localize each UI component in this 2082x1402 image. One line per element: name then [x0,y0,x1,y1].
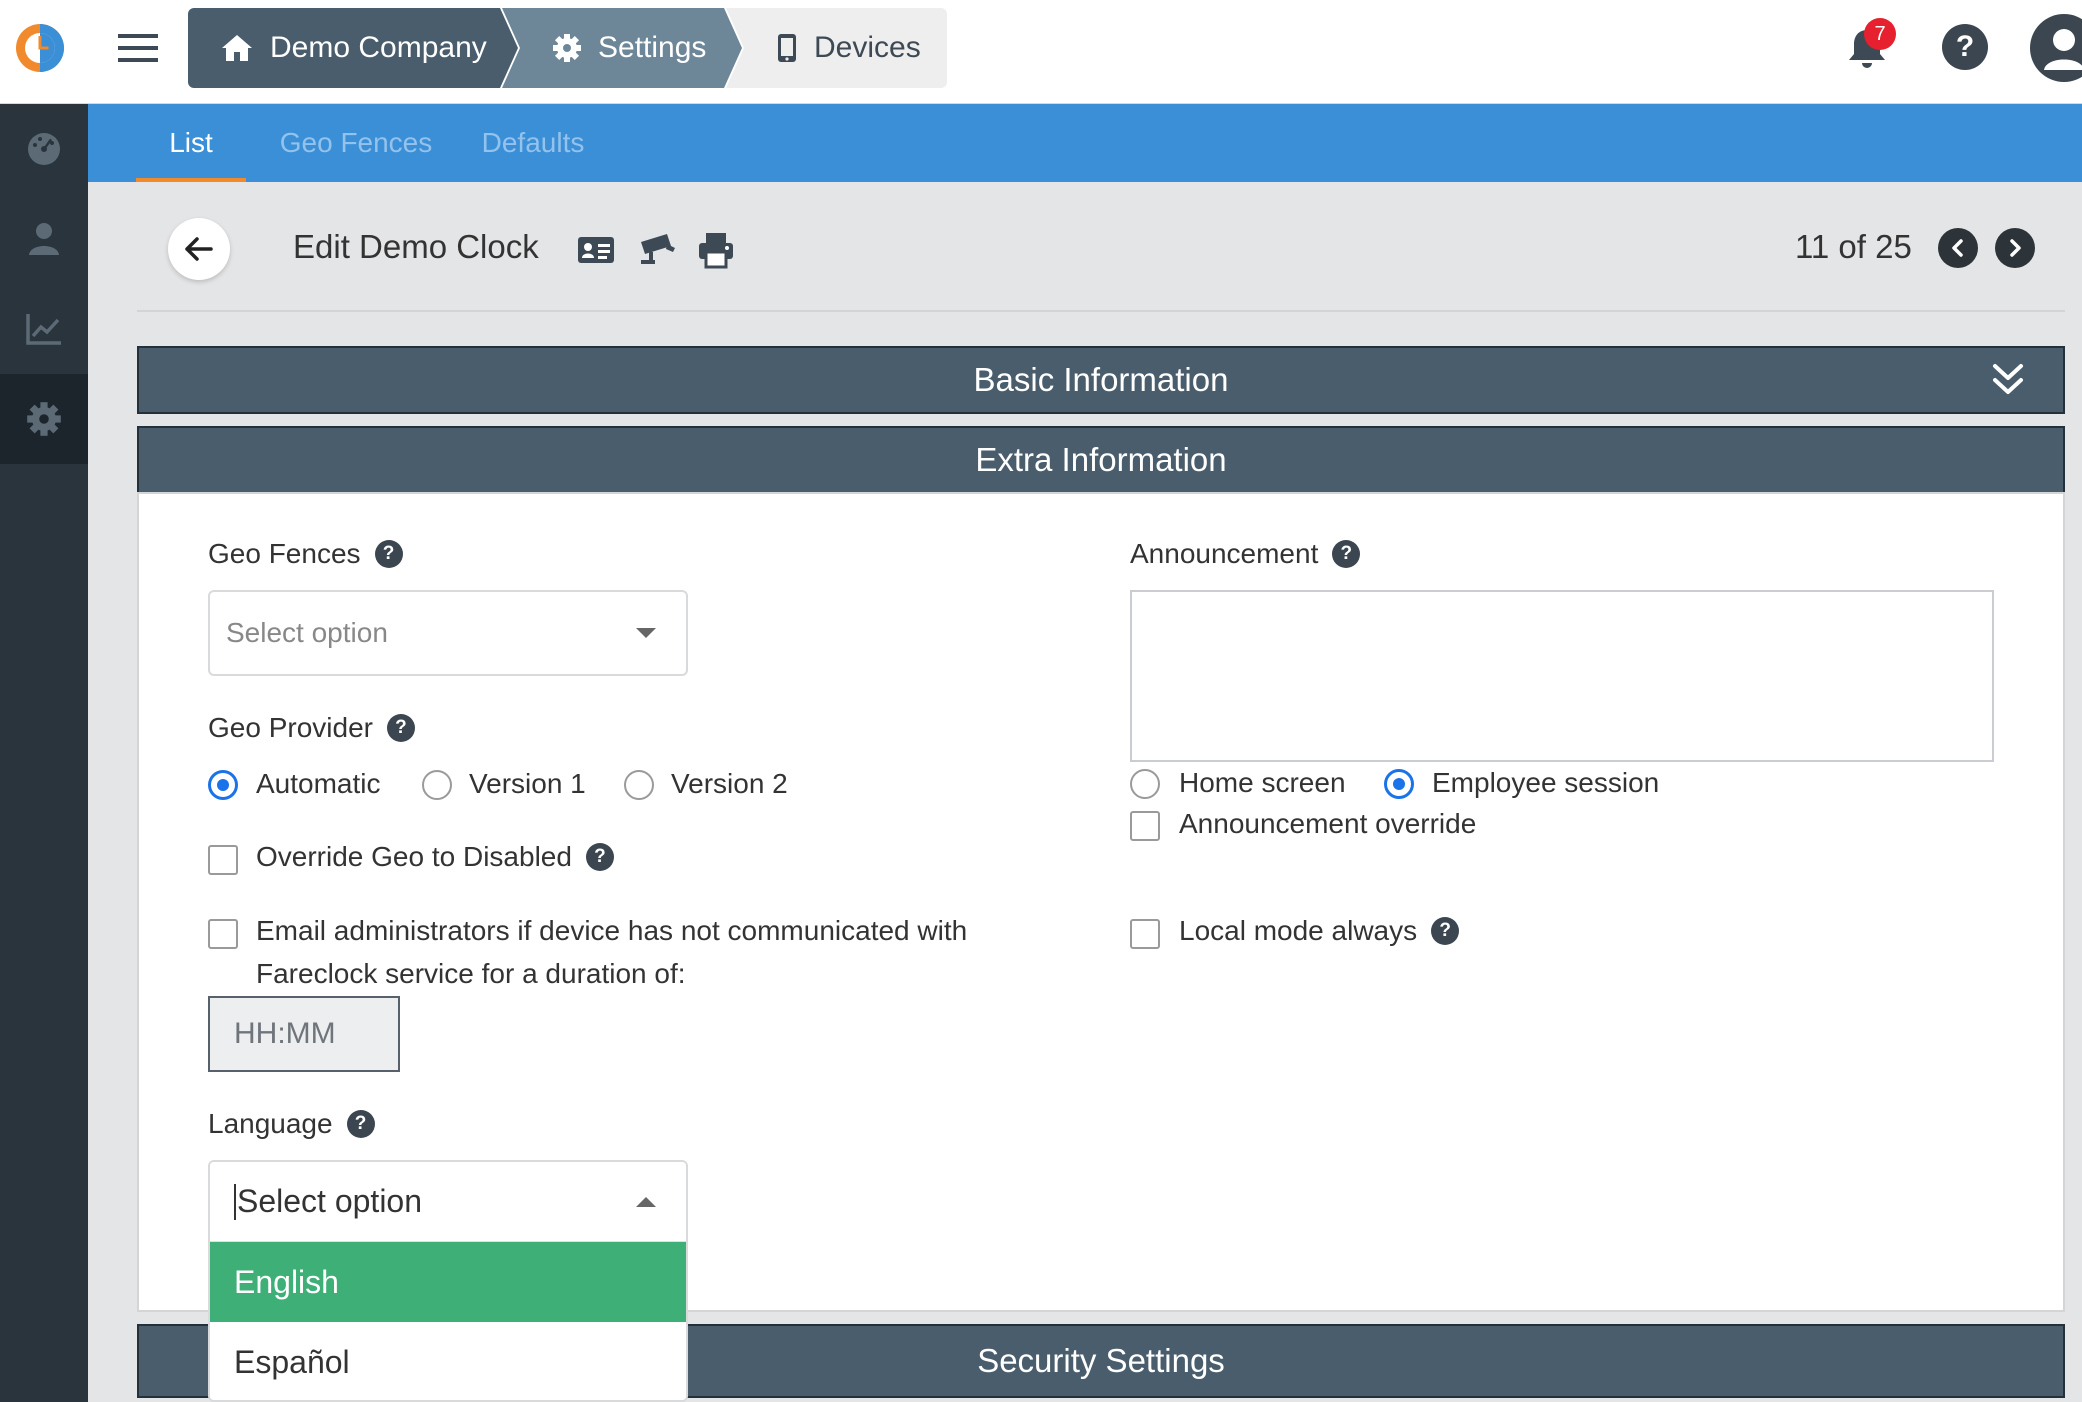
tab-list[interactable]: List [136,104,246,182]
print-icon[interactable] [696,230,736,270]
email-admins-label-line2: Fareclock service for a duration of: [256,958,686,989]
help-icon[interactable]: ? [1332,540,1361,568]
language-select-input[interactable]: Select option [210,1162,686,1242]
geo-fences-select[interactable]: Select option [208,590,688,676]
language-option-english[interactable]: English [210,1242,686,1322]
radio-home-screen-label: Home screen [1179,767,1346,798]
sidebar [0,104,88,1402]
geo-provider-label: Geo Provider ? [208,712,415,744]
section-basic-information[interactable]: Basic Information [137,346,2065,414]
radio-employee-session-label: Employee session [1432,767,1660,798]
arrow-left-icon [185,237,213,261]
sidebar-item-reports[interactable] [0,284,88,374]
field-label: Geo Provider [208,712,373,743]
field-label: Local mode always [1179,915,1418,946]
radio-version-2[interactable] [624,770,654,800]
sidebar-item-settings[interactable] [0,374,88,464]
help-icon[interactable]: ? [585,843,614,871]
sidebar-item-dashboard[interactable] [0,104,88,194]
local-mode-label: Local mode always ? [1179,915,1460,947]
breadcrumb-demo-company[interactable]: Demo Company [188,8,518,88]
notification-count-badge: 7 [1864,18,1896,50]
caret-down-icon [636,628,656,638]
local-mode-checkbox[interactable] [1130,919,1160,949]
radio-automatic-label: Automatic [256,768,381,799]
select-placeholder: Select option [237,1183,423,1219]
field-label: Override Geo to Disabled [256,841,572,872]
user-avatar-icon[interactable] [2030,14,2082,82]
help-icon[interactable]: ? [1942,24,1988,70]
caret-up-icon [636,1196,656,1207]
override-geo-label: Override Geo to Disabled ? [256,841,614,873]
section-title: Basic Information [973,361,1229,398]
section-extra-information[interactable]: Extra Information [137,426,2065,494]
next-record-button[interactable] [1995,228,2035,268]
email-admins-checkbox[interactable] [208,919,238,949]
radio-home-screen[interactable] [1130,769,1160,799]
field-label: Geo Fences [208,538,361,569]
section-title: Security Settings [977,1342,1225,1379]
chart-icon [26,314,61,345]
language-dropdown: Select option English Español [208,1160,688,1402]
help-icon[interactable]: ? [346,1110,375,1138]
id-card-icon[interactable] [576,230,616,270]
duration-placeholder: HH:MM [234,1017,336,1050]
tab-geo-fences[interactable]: Geo Fences [271,104,441,182]
section-title: Extra Information [975,441,1227,478]
field-label: Language [208,1108,333,1139]
top-bar: Demo Company Settings Devices 7 ? [0,0,2082,104]
help-icon[interactable]: ? [1431,917,1460,945]
override-geo-checkbox[interactable] [208,845,238,875]
back-button[interactable] [168,218,230,280]
sub-navigation: List Geo Fences Defaults [88,104,2082,182]
app-logo-icon[interactable] [14,22,66,74]
menu-toggle-icon[interactable] [118,30,158,66]
duration-input[interactable]: HH:MM [208,996,400,1072]
radio-version-1[interactable] [422,770,452,800]
mobile-device-icon [776,33,798,63]
previous-record-button[interactable] [1938,228,1978,268]
help-icon[interactable]: ? [386,714,415,742]
breadcrumb-settings[interactable]: Settings [502,8,742,88]
help-icon[interactable]: ? [374,540,403,568]
radio-employee-session[interactable] [1384,769,1414,799]
announcement-override-label: Announcement override [1179,808,1477,839]
geo-fences-label: Geo Fences ? [208,538,403,570]
field-label: Announcement [1130,538,1319,569]
gear-icon [552,33,582,63]
breadcrumb-label: Devices [814,31,921,64]
announcement-textarea[interactable] [1130,590,1994,762]
dashboard-icon [28,133,60,165]
tab-defaults[interactable]: Defaults [466,104,600,182]
header-divider [137,310,2065,312]
user-icon [29,223,59,255]
email-admins-label-line1: Email administrators if device has not c… [256,915,968,946]
select-placeholder: Select option [226,617,388,648]
radio-automatic[interactable] [208,770,238,800]
language-label: Language ? [208,1108,375,1140]
radio-version-2-label: Version 2 [671,768,788,799]
breadcrumb-label: Demo Company [270,31,487,64]
double-chevron-down-icon [1993,364,2023,394]
security-camera-icon[interactable] [637,230,677,270]
breadcrumb-label: Settings [598,31,707,64]
gear-icon [27,402,61,436]
chevron-right-icon [2010,239,2021,257]
breadcrumb-devices[interactable]: Devices [726,8,947,88]
pager-position: 11 of 25 [1795,228,1912,265]
announcement-override-checkbox[interactable] [1130,811,1160,841]
language-option-espanol[interactable]: Español [210,1322,686,1400]
announcement-label: Announcement ? [1130,538,1361,570]
sidebar-item-employees[interactable] [0,194,88,284]
page-title: Edit Demo Clock [293,228,539,265]
home-icon [220,33,254,63]
radio-version-1-label: Version 1 [469,768,586,799]
text-cursor [234,1183,236,1220]
chevron-left-icon [1952,239,1963,257]
